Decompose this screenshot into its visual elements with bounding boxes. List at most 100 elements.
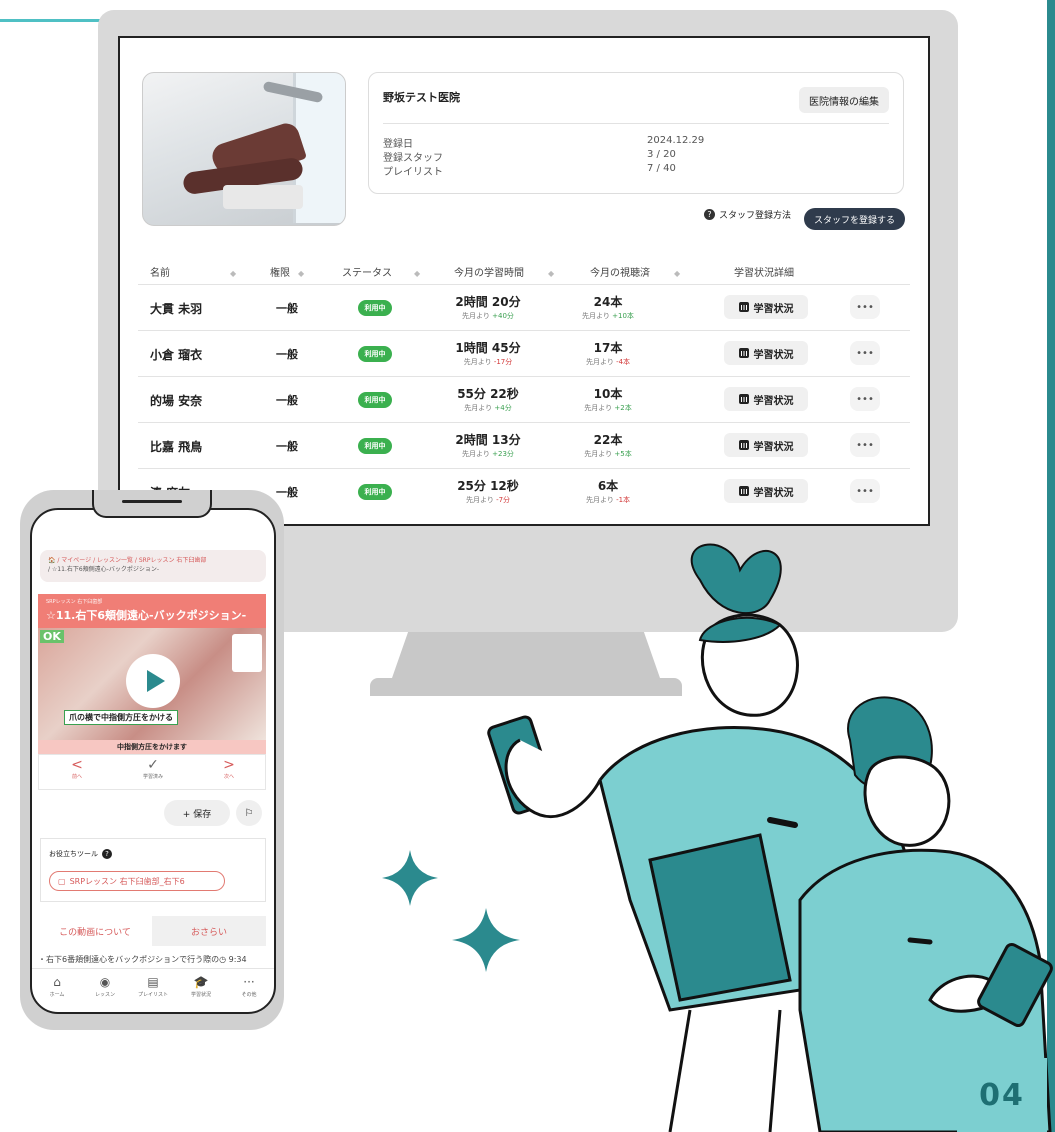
video-player[interactable]: OK 爪の横で中指側方圧をかける bbox=[38, 628, 266, 740]
bar-chart-icon bbox=[738, 440, 749, 450]
watched-count: 17本 先月より -4本 bbox=[585, 341, 631, 366]
study-detail-button[interactable]: 学習状況 bbox=[724, 479, 808, 503]
prev-button[interactable]: < 前へ bbox=[39, 757, 115, 780]
more-options-button[interactable]: ••• bbox=[850, 295, 880, 319]
tab-lesson[interactable]: ◉ レッスン bbox=[82, 975, 128, 998]
check-icon: ✓ bbox=[147, 757, 159, 773]
study-detail-button[interactable]: 学習状況 bbox=[724, 341, 808, 365]
flag-icon[interactable]: ⚐ bbox=[236, 800, 262, 826]
tab-playlist[interactable]: ▤ プレイリスト bbox=[130, 975, 176, 998]
sort-icon[interactable]: ◆ bbox=[674, 269, 680, 278]
save-button[interactable]: + 保存 bbox=[164, 800, 230, 826]
study-time: 2時間 13分 先月より +23分 bbox=[455, 433, 521, 458]
staff-role: 一般 bbox=[276, 348, 298, 361]
tools-panel: お役立ちツール? ▢ SRPレッスン 右下臼歯部_右下6 bbox=[40, 838, 266, 902]
bar-chart-icon bbox=[738, 394, 749, 404]
chevron-right-icon: > bbox=[223, 757, 235, 773]
status-badge: 利用中 bbox=[358, 300, 392, 316]
document-icon: ▢ bbox=[58, 876, 66, 886]
play-icon[interactable] bbox=[126, 654, 180, 708]
study-detail-button[interactable]: 学習状況 bbox=[724, 433, 808, 457]
column-header-role[interactable]: 権限 ◆ bbox=[270, 264, 304, 279]
watched-count: 6本 先月より -1本 bbox=[585, 479, 631, 504]
play-circle-icon: ◉ bbox=[99, 975, 111, 989]
clinic-name: 野坂テスト医院 bbox=[383, 91, 460, 104]
info-value-staff: 3 / 20 bbox=[647, 149, 676, 160]
column-header-name[interactable]: 名前 ◆ bbox=[150, 264, 236, 279]
breadcrumb[interactable]: 🏠 / マイページ / レッスン一覧 / SRPレッスン 右下臼歯部 / ☆11… bbox=[40, 550, 266, 582]
home-icon: ⌂ bbox=[53, 975, 61, 989]
study-time: 2時間 20分 先月より +40分 bbox=[455, 295, 521, 320]
column-header-status[interactable]: ステータス ◆ bbox=[342, 264, 420, 279]
help-icon: ? bbox=[102, 849, 112, 859]
phone-screen: 🏠 / マイページ / レッスン一覧 / SRPレッスン 右下臼歯部 / ☆11… bbox=[30, 508, 276, 1014]
more-options-button[interactable]: ••• bbox=[850, 433, 880, 457]
status-badge: 利用中 bbox=[358, 484, 392, 500]
staff-illustration bbox=[382, 543, 1053, 1132]
staff-role: 一般 bbox=[276, 486, 298, 499]
phone-speaker bbox=[122, 500, 182, 503]
more-options-button[interactable]: ••• bbox=[850, 341, 880, 365]
status-badge: 利用中 bbox=[358, 346, 392, 362]
ok-label: OK bbox=[40, 630, 64, 643]
study-time: 25分 12秒 先月より -7分 bbox=[457, 479, 519, 504]
info-label-registered: 登録日 bbox=[383, 139, 413, 150]
staff-name: 小倉 瑠衣 bbox=[150, 348, 203, 362]
more-options-button[interactable]: ••• bbox=[850, 479, 880, 503]
staff-name: 的場 安奈 bbox=[150, 394, 203, 408]
sparkle-icon bbox=[382, 850, 520, 972]
video-caption: 爪の横で中指側方圧をかける bbox=[64, 710, 178, 725]
sort-icon[interactable]: ◆ bbox=[298, 269, 304, 278]
bar-chart-icon bbox=[738, 486, 749, 496]
lesson-category: SRPレッスン 右下臼歯部 bbox=[46, 599, 103, 605]
watched-count: 22本 先月より +5本 bbox=[584, 433, 632, 458]
table-row: 大貫 未羽 一般 利用中 2時間 20分 先月より +40分 24本 先月より +10本 学習… bbox=[138, 284, 910, 331]
study-detail-button[interactable]: 学習状況 bbox=[724, 295, 808, 319]
tool-item[interactable]: ▢ SRPレッスン 右下臼歯部_右下6 bbox=[49, 871, 225, 891]
watched-count: 24本 先月より +10本 bbox=[582, 295, 634, 320]
table-row: 比嘉 飛鳥 一般 利用中 2時間 13分 先月より +23分 22本 先月より +5本 学習状… bbox=[138, 422, 910, 469]
next-button[interactable]: > 次へ bbox=[191, 757, 267, 780]
chevron-left-icon: < bbox=[71, 757, 83, 773]
column-header-study-time[interactable]: 今月の学習時間 ◆ bbox=[454, 264, 554, 279]
accent-line bbox=[0, 19, 100, 22]
staff-name: 大貫 未羽 bbox=[150, 302, 203, 316]
sort-icon[interactable]: ◆ bbox=[230, 269, 236, 278]
table-header: 名前 ◆ 権限 ◆ ステータス ◆ 今月の学習時間 ◆ 今月の視聴済 ◆ 学習状況詳細 bbox=[120, 258, 928, 284]
help-link-label: スタッフ登録方法 bbox=[719, 211, 792, 221]
video-badge bbox=[232, 634, 262, 672]
lesson-nav: < 前へ ✓ 学習済み > 次へ bbox=[38, 754, 266, 790]
clinic-photo bbox=[142, 72, 346, 226]
info-value-playlist: 7 / 40 bbox=[647, 163, 676, 174]
dashboard-screen: 野坂テスト医院 医院情報の編集 登録日 2024.12.29 登録スタッフ 3 … bbox=[118, 36, 930, 526]
column-header-detail: 学習状況詳細 bbox=[734, 268, 794, 279]
info-label-staff: 登録スタッフ bbox=[383, 153, 443, 164]
sort-icon[interactable]: ◆ bbox=[548, 269, 554, 278]
tab-progress[interactable]: 🎓 学習状況 bbox=[178, 975, 224, 998]
divider bbox=[383, 123, 889, 124]
info-label-playlist: プレイリスト bbox=[383, 167, 443, 178]
staff-role: 一般 bbox=[276, 440, 298, 453]
help-icon: ? bbox=[704, 209, 715, 220]
mark-complete-button[interactable]: ✓ 学習済み bbox=[115, 757, 191, 780]
status-badge: 利用中 bbox=[358, 438, 392, 454]
phone-notch bbox=[92, 490, 212, 518]
more-options-button[interactable]: ••• bbox=[850, 387, 880, 411]
status-badge: 利用中 bbox=[358, 392, 392, 408]
staff-registration-help-link[interactable]: ? スタッフ登録方法 bbox=[704, 208, 791, 221]
study-detail-button[interactable]: 学習状況 bbox=[724, 387, 808, 411]
edit-clinic-button[interactable]: 医院情報の編集 bbox=[799, 87, 889, 113]
sort-icon[interactable]: ◆ bbox=[414, 269, 420, 278]
more-icon: ··· bbox=[243, 975, 255, 989]
bar-chart-icon bbox=[738, 348, 749, 358]
graduation-cap-icon: 🎓 bbox=[193, 975, 209, 989]
page-number: 04 bbox=[957, 1058, 1047, 1132]
register-staff-button[interactable]: スタッフを登録する bbox=[804, 208, 906, 230]
tab-home[interactable]: ⌂ ホーム bbox=[34, 975, 80, 998]
staff-role: 一般 bbox=[276, 302, 298, 315]
tab-review[interactable]: おさらい bbox=[152, 916, 266, 946]
tab-about-video[interactable]: この動画について bbox=[40, 916, 150, 946]
study-time: 55分 22秒 先月より +4分 bbox=[457, 387, 519, 412]
tab-more[interactable]: ··· その他 bbox=[226, 975, 272, 998]
column-header-watched[interactable]: 今月の視聴済 ◆ bbox=[590, 264, 680, 279]
